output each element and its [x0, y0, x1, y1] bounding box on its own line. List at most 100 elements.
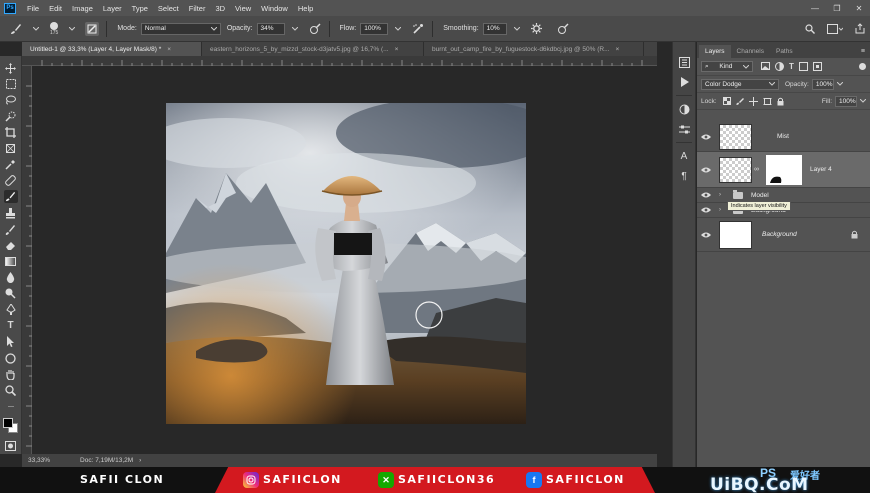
lock-artboard-icon[interactable] [762, 97, 772, 106]
pressure-opacity-icon[interactable] [308, 22, 322, 36]
frame-tool-icon[interactable] [4, 142, 18, 155]
dodge-tool-icon[interactable] [4, 287, 18, 300]
tab-layers[interactable]: Layers [699, 45, 731, 58]
pen-tool-icon[interactable] [4, 303, 18, 316]
maximize-button[interactable]: ❐ [826, 4, 848, 13]
lock-icon[interactable] [851, 230, 858, 239]
menu-filter[interactable]: Filter [184, 4, 211, 13]
menu-file[interactable]: File [22, 4, 44, 13]
minimize-button[interactable]: — [804, 4, 826, 13]
document-canvas[interactable] [166, 103, 526, 424]
close-button[interactable]: ✕ [848, 4, 870, 13]
chevron-down-icon[interactable] [391, 22, 405, 36]
vertical-ruler[interactable] [22, 66, 32, 454]
filter-pixel-icon[interactable] [761, 62, 770, 70]
menu-window[interactable]: Window [256, 4, 293, 13]
layer-name[interactable]: Mist [777, 133, 789, 140]
visibility-eye-icon[interactable] [697, 232, 715, 238]
layer-row-background[interactable]: Background [697, 218, 870, 252]
lock-pixels-icon[interactable] [735, 97, 744, 105]
share-icon[interactable] [853, 22, 867, 36]
document-size-info[interactable]: Doc: 7,19M/13,2M [80, 457, 133, 464]
eyedropper-tool-icon[interactable] [4, 158, 18, 171]
layer-mask-thumbnail[interactable] [766, 154, 802, 185]
crop-tool-icon[interactable] [4, 126, 18, 139]
move-tool-icon[interactable] [4, 62, 18, 75]
lasso-tool-icon[interactable] [4, 94, 18, 107]
chevron-down-icon[interactable] [510, 22, 524, 36]
character-panel-icon[interactable]: A [677, 149, 691, 163]
path-selection-tool-icon[interactable] [4, 335, 18, 348]
flow-input[interactable]: 100% [360, 22, 389, 35]
hand-tool-icon[interactable] [4, 368, 18, 381]
layer-row-mist[interactable]: Mist [697, 122, 870, 152]
smoothing-settings-gear-icon[interactable] [530, 22, 544, 36]
filter-toggle-icon[interactable] [859, 63, 866, 70]
chevron-right-icon[interactable]: › [719, 192, 729, 198]
layer-name[interactable]: Model [751, 192, 769, 199]
ellipse-tool-icon[interactable] [4, 351, 18, 364]
brush-settings-icon[interactable] [85, 21, 100, 36]
brush-tool-icon[interactable] [9, 22, 23, 36]
zoom-tool-icon[interactable] [4, 384, 18, 397]
menu-3d[interactable]: 3D [210, 4, 230, 13]
horizontal-ruler[interactable] [22, 56, 657, 66]
menu-help[interactable]: Help [293, 4, 318, 13]
fill-input[interactable]: 100% [835, 95, 857, 107]
menu-image[interactable]: Image [67, 4, 98, 13]
lock-transparent-icon[interactable] [722, 96, 731, 105]
search-icon[interactable] [803, 22, 817, 36]
chevron-down-icon[interactable] [65, 22, 79, 36]
mask-link-chain-icon[interactable]: ∞ [754, 166, 759, 173]
blur-tool-icon[interactable] [4, 271, 18, 284]
properties-panel-icon[interactable] [677, 122, 691, 136]
filter-shape-icon[interactable] [798, 62, 808, 71]
layer-opacity-input[interactable]: 100% [811, 78, 834, 90]
doc-tab-burnt-out-camp-fire[interactable]: burnt_out_camp_fire_by_fuguestock-d6kdbc… [424, 42, 644, 56]
filter-smart-object-icon[interactable] [812, 62, 822, 71]
layer-name[interactable]: Background [762, 231, 797, 238]
doc-tab-eastern-horizons[interactable]: eastern_horizons_5_by_mizzd_stock-d3jatv… [202, 42, 424, 56]
filter-kind-select[interactable]: ⌕ Kind [701, 61, 753, 72]
menu-edit[interactable]: Edit [44, 4, 67, 13]
chevron-down-icon[interactable] [836, 82, 843, 86]
chevron-down-icon[interactable] [860, 99, 866, 103]
tab-channels[interactable]: Channels [731, 45, 770, 58]
workspace-switcher-icon[interactable] [823, 22, 847, 36]
eraser-tool-icon[interactable] [4, 239, 18, 252]
close-tab-icon[interactable]: × [167, 46, 171, 53]
airbrush-icon[interactable] [411, 22, 425, 36]
blend-mode-select[interactable]: Color Dodge [701, 78, 779, 90]
brush-tool-icon[interactable] [3, 190, 18, 204]
doc-tab-untitled[interactable]: Untitled-1 @ 33,3% (Layer 4, Layer Mask/… [22, 42, 202, 56]
visibility-eye-icon[interactable] [697, 207, 715, 213]
menu-layer[interactable]: Layer [98, 4, 127, 13]
chevron-right-icon[interactable]: › [139, 457, 141, 464]
panel-menu-icon[interactable]: ≡ [856, 45, 870, 58]
mode-select[interactable]: Normal [140, 22, 221, 35]
chevron-down-icon[interactable] [29, 22, 43, 36]
filter-adjustment-icon[interactable] [775, 62, 784, 71]
actions-play-icon[interactable] [677, 75, 691, 89]
clone-stamp-tool-icon[interactable] [4, 206, 18, 219]
adjustments-panel-icon[interactable] [677, 102, 691, 116]
menu-select[interactable]: Select [153, 4, 184, 13]
visibility-eye-icon[interactable] [697, 134, 715, 140]
filter-type-icon[interactable]: T [789, 62, 794, 71]
gradient-tool-icon[interactable] [4, 255, 18, 268]
visibility-eye-icon[interactable] [697, 192, 715, 198]
layer-name[interactable]: Layer 4 [810, 166, 832, 173]
history-brush-tool-icon[interactable] [4, 223, 18, 236]
lock-position-icon[interactable] [748, 96, 758, 106]
color-swatches[interactable] [2, 418, 19, 434]
menu-view[interactable]: View [230, 4, 256, 13]
more-tools-icon[interactable]: ··· [4, 400, 18, 413]
healing-brush-tool-icon[interactable] [4, 174, 18, 187]
pressure-size-icon[interactable] [556, 22, 570, 36]
type-tool-icon[interactable]: T [4, 319, 18, 332]
quick-selection-tool-icon[interactable] [4, 110, 18, 123]
close-tab-icon[interactable]: × [395, 46, 399, 53]
layer-row-layer-4[interactable]: ∞ Layer 4 [697, 152, 870, 188]
quick-mask-icon[interactable] [4, 439, 18, 452]
paragraph-panel-icon[interactable]: ¶ [677, 169, 691, 183]
